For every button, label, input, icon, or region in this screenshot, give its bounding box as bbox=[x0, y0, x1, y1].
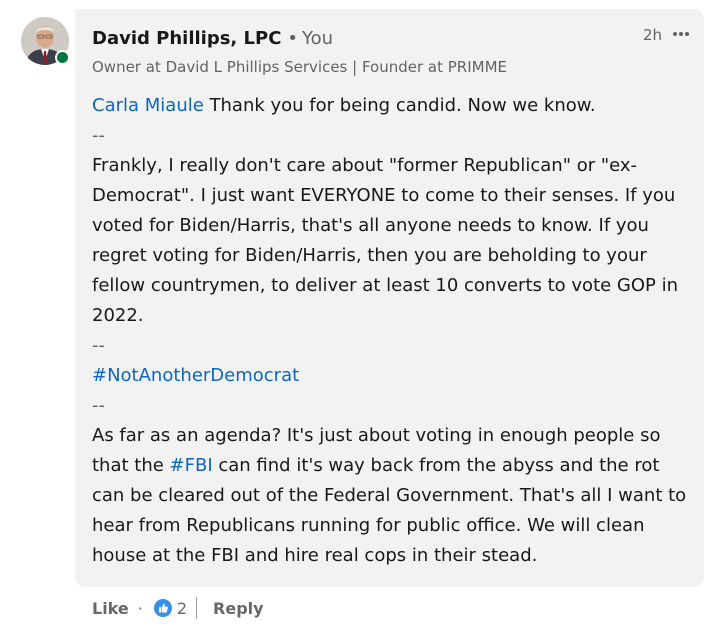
author-headline: Owner at David L Phillips Services | Fou… bbox=[92, 58, 508, 76]
comment-header: David Phillips, LPC • You bbox=[92, 28, 333, 49]
separator-dot: · bbox=[137, 598, 143, 618]
online-status-icon bbox=[55, 50, 70, 65]
comment-line1-text: Thank you for being candid. Now we know. bbox=[203, 95, 596, 116]
comment-bubble: David Phillips, LPC • You Owner at David L… bbox=[75, 9, 704, 587]
more-options-icon[interactable] bbox=[670, 23, 692, 45]
avatar-container[interactable] bbox=[21, 17, 70, 65]
comment-paragraph: Frankly, I really don't care about "form… bbox=[92, 155, 679, 326]
separator-dot: • bbox=[287, 28, 299, 49]
text-separator: -- bbox=[92, 125, 105, 146]
action-divider bbox=[196, 597, 198, 619]
hashtag-link[interactable]: #NotAnotherDemocrat bbox=[92, 365, 299, 386]
mention-link[interactable]: Carla Miaule bbox=[92, 95, 204, 116]
hashtag-line: #NotAnotherDemocrat bbox=[92, 361, 692, 391]
comment-line-mention: Carla Miaule Thank you for being candid.… bbox=[92, 91, 692, 121]
comment-text: Carla Miaule Thank you for being candid.… bbox=[92, 91, 692, 571]
comment-actions: Like · 2 Reply bbox=[92, 596, 264, 620]
author-relation: You bbox=[302, 28, 334, 49]
reaction-count[interactable]: 2 bbox=[177, 599, 187, 618]
reply-button[interactable]: Reply bbox=[213, 599, 264, 618]
author-name[interactable]: David Phillips, LPC bbox=[92, 28, 281, 49]
comment-timestamp: 2h bbox=[642, 26, 662, 44]
like-reaction-icon[interactable] bbox=[152, 598, 173, 618]
comment-paragraph: As far as an agenda? It's just about vot… bbox=[92, 421, 692, 571]
like-button[interactable]: Like bbox=[92, 599, 129, 618]
text-separator: -- bbox=[92, 395, 105, 416]
hashtag-link[interactable]: #FBI bbox=[170, 455, 213, 476]
text-separator: -- bbox=[92, 335, 105, 356]
